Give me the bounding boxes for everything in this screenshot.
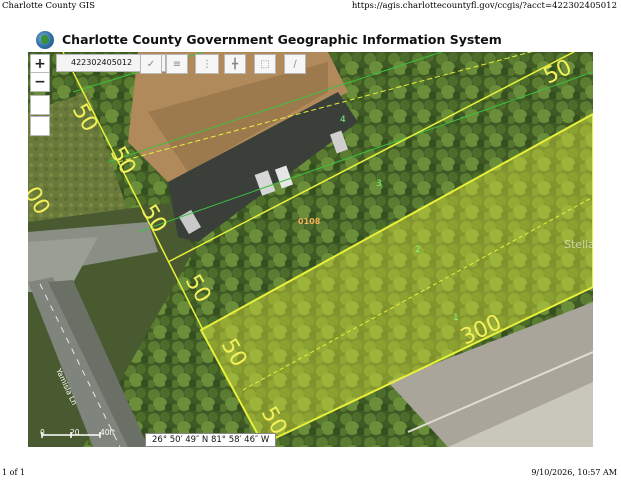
app-header: Charlotte County Government Geographic I…	[28, 28, 593, 52]
lot-number: 3	[376, 179, 382, 189]
print-header-title: Charlotte County GIS	[2, 1, 95, 11]
zoom-out-button[interactable]: −	[30, 72, 50, 92]
parcel-label: 0108	[298, 217, 321, 226]
zoom-in-button[interactable]: +	[30, 54, 50, 74]
scale-label: 20	[70, 428, 80, 437]
map-view[interactable]: 50 50 50 50 50 300 50 50 00 4 3 2 1 0108…	[28, 52, 593, 447]
lot-number: 1	[453, 313, 459, 323]
map-tool-button[interactable]	[30, 95, 50, 115]
app-title: Charlotte County Government Geographic I…	[62, 32, 502, 47]
crosshair-icon[interactable]: ╋	[224, 54, 246, 74]
page-count: 1 of 1	[2, 468, 26, 477]
info-icon[interactable]: ⋮	[195, 54, 219, 74]
print-footer: 1 of 1 9/10/2026, 10:57 AM	[0, 466, 621, 480]
lot-number: 2	[415, 245, 421, 255]
aerial-imagery: 50 50 50 50 50 300 50 50 00 4 3 2 1 0108…	[28, 52, 593, 447]
layers-icon[interactable]: ✓	[140, 54, 162, 74]
county-seal-icon	[36, 31, 54, 49]
lot-number: 4	[340, 115, 346, 125]
print-header-url: https://agis.charlottecountyfl.gov/ccgis…	[351, 1, 617, 11]
watermark: Stellar MLS	[564, 238, 593, 251]
print-timestamp: 9/10/2026, 10:57 AM	[531, 468, 617, 477]
scale-label: 40ft	[100, 428, 115, 437]
list-icon[interactable]: ≡	[166, 54, 188, 74]
print-header: Charlotte County GIS https://agis.charlo…	[0, 0, 621, 14]
coordinate-readout: 26° 50′ 49″ N 81° 58′ 46″ W	[145, 433, 277, 447]
scale-label: 0	[40, 428, 45, 437]
map-tool-button[interactable]	[30, 116, 50, 136]
select-box-icon[interactable]: ⬚	[254, 54, 276, 74]
measure-icon[interactable]: ∕	[284, 54, 306, 74]
